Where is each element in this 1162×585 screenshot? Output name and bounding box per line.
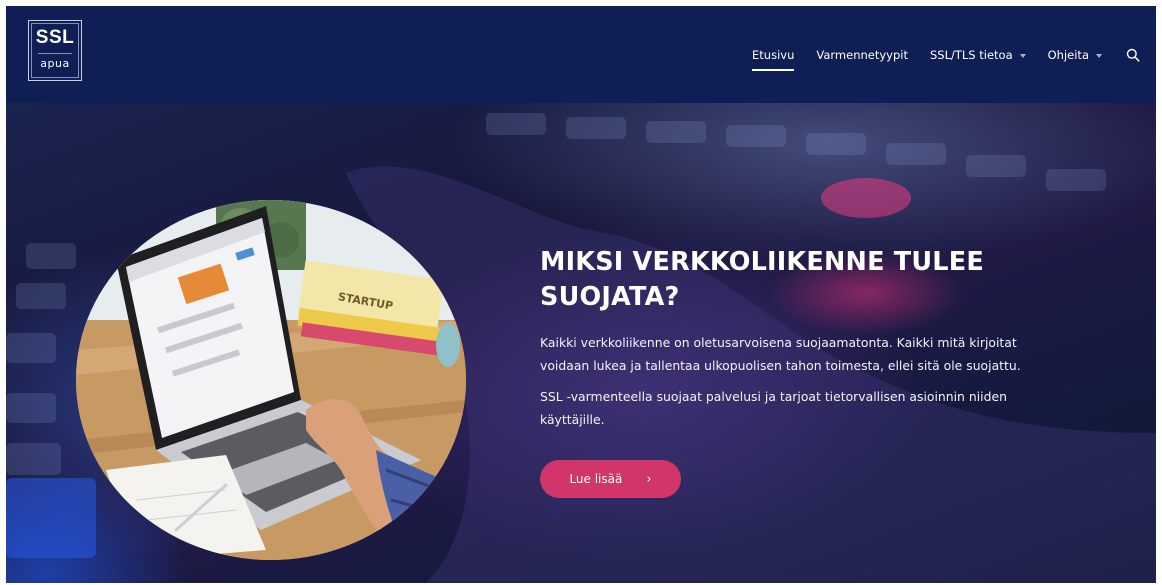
search-icon[interactable] <box>1126 48 1140 62</box>
hero-paragraph-line: voidaan lukea ja tallentaa ulkopuolisen … <box>540 358 1021 373</box>
hero-section: STARTUP MIKSI VERKKOLIIKENNE TULEE SUOJA… <box>6 103 1156 583</box>
hero-paragraph-1: Kaikki verkkoliikenne on oletusarvoisena… <box>540 331 1080 377</box>
nav-item-varmennetyypit[interactable]: Varmennetyypit <box>816 48 908 62</box>
page-frame: SSL apua Etusivu Varmennetyypit SSL/TLS … <box>6 6 1156 583</box>
hero-title-line: MIKSI VERKKOLIIKENNE TULEE <box>540 247 984 277</box>
hero-paragraph-line: käyttäjille. <box>540 412 605 427</box>
laptop-illustration: STARTUP <box>76 200 466 560</box>
nav-item-label: Varmennetyypit <box>816 48 908 62</box>
nav-item-ssl-tls-tietoa[interactable]: SSL/TLS tietoa <box>930 48 1026 62</box>
chevron-down-icon <box>1096 53 1102 58</box>
nav-item-label: Etusivu <box>752 48 795 62</box>
site-logo[interactable]: SSL apua <box>28 20 82 81</box>
logo-text-top: SSL <box>35 27 75 48</box>
site-header: SSL apua Etusivu Varmennetyypit SSL/TLS … <box>6 6 1156 103</box>
nav-item-label: SSL/TLS tietoa <box>929 48 1013 62</box>
hero-paragraph-line: SSL -varmenteella suojaat palvelusi ja t… <box>540 389 1007 404</box>
logo-box: SSL apua <box>31 23 79 78</box>
hero-title: MIKSI VERKKOLIIKENNE TULEE SUOJATA? <box>540 245 1080 315</box>
hero-paragraph-2: SSL -varmenteella suojaat palvelusi ja t… <box>540 385 1080 431</box>
hero-paragraph-line: Kaikki verkkoliikenne on oletusarvoisena… <box>540 335 1017 350</box>
hero-photo: STARTUP <box>76 200 466 560</box>
chevron-down-icon <box>1019 53 1026 58</box>
read-more-label: Lue lisää <box>569 472 623 486</box>
chevron-right-icon: › <box>646 471 652 487</box>
logo-divider <box>38 53 72 54</box>
hero-content: MIKSI VERKKOLIIKENNE TULEE SUOJATA? Kaik… <box>540 245 1080 439</box>
nav-item-label: Ohjeita <box>1047 48 1089 62</box>
nav-item-etusivu[interactable]: Etusivu <box>752 48 795 71</box>
logo-text-bottom: apua <box>40 57 70 70</box>
read-more-button[interactable]: Lue lisää › <box>540 460 681 498</box>
hero-title-line: SUOJATA? <box>540 282 680 312</box>
main-nav: Etusivu Varmennetyypit SSL/TLS tietoa Oh… <box>752 44 1156 71</box>
nav-item-ohjeita[interactable]: Ohjeita <box>1048 48 1102 62</box>
